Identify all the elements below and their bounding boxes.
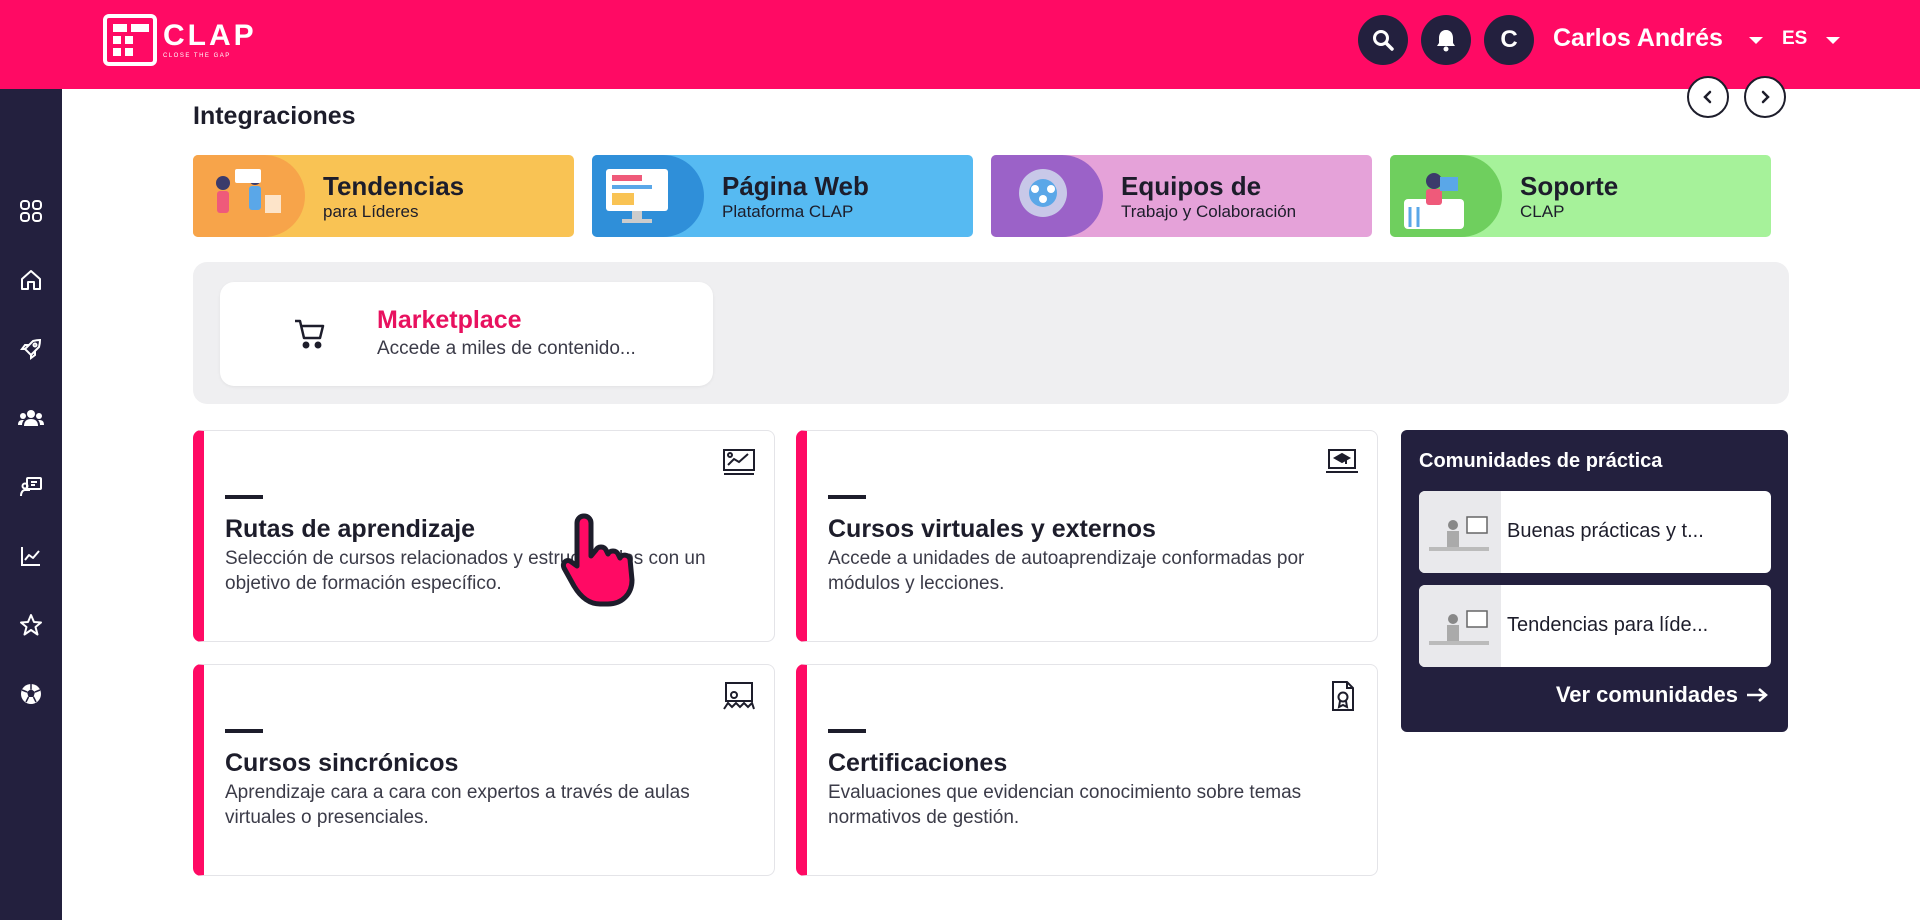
presentation-chart-icon [723,449,755,475]
avatar-initial: C [1500,26,1518,53]
community-thumbnail-icon [1419,491,1501,573]
marketplace-card[interactable]: Marketplace Accede a miles de contenido.… [220,282,713,386]
integration-title: Página Web [722,171,869,201]
marketplace-title: Marketplace [377,306,522,334]
chevron-left-icon [1703,90,1712,104]
integration-title: Equipos de [1121,171,1262,201]
web-page-illustration-icon [592,155,704,237]
integration-subtitle: para Líderes [323,202,419,221]
people-illustration-icon [193,155,305,237]
communities-panel: Comunidades de práctica Buenas prácticas… [1401,430,1788,732]
integration-tendencias[interactable]: Tendencias para Líderes [193,155,574,237]
community-label: Tendencias para líde... [1507,614,1709,636]
community-item[interactable]: Buenas prácticas y t... [1419,491,1771,573]
language-selector[interactable]: ES [1782,28,1807,50]
language-caret-icon[interactable] [1826,37,1840,44]
clap-logo-mark [103,14,157,66]
card-title: Cursos virtuales y externos [828,515,1156,543]
sidebar-item-dashboard[interactable] [16,196,46,226]
user-name[interactable]: Carlos Andrés [1553,24,1723,53]
communities-title: Comunidades de práctica [1419,450,1663,472]
card-description: Aprendizaje cara a cara con expertos a t… [225,782,690,828]
hand-pointer-cursor-icon [561,513,635,607]
card-dash [225,729,263,733]
integration-title: Tendencias [323,171,465,201]
sidebar-item-community[interactable] [16,403,46,433]
card-dash [828,729,866,733]
support-illustration-icon [1390,155,1502,237]
sidebar-item-analytics[interactable] [16,541,46,571]
chevron-right-icon [1761,90,1770,104]
sidebar-item-launch[interactable] [16,334,46,364]
see-communities-link[interactable]: Ver comunidades [1556,682,1768,708]
grid-icon [20,200,42,222]
users-icon [18,410,44,426]
marketplace-subtitle: Accede a miles de contenido... [377,338,636,359]
logo-tagline: CLOSE THE GAP [163,53,231,59]
notifications-button[interactable] [1421,15,1471,65]
integration-subtitle: Plataforma CLAP [722,202,854,221]
card-title: Rutas de aprendizaje [225,515,476,543]
card-dash [828,495,866,499]
top-bar: CLAP CLOSE THE GAP C Carlos Andrés ES [0,0,1920,89]
arrow-right-icon [1747,688,1768,702]
home-icon [21,270,41,290]
classroom-icon [723,682,755,710]
card-cursos-sincronicos[interactable]: Cursos sincrónicos Aprendizaje cara a ca… [193,664,775,876]
user-menu-caret-icon[interactable] [1749,37,1763,44]
card-description: Selección de cursos relacionados y estru… [225,548,706,594]
integration-pagina-web[interactable]: Página Web Plataforma CLAP [592,155,973,237]
rocket-icon [20,338,42,360]
integrations-title: Integraciones [193,102,356,130]
card-title: Cursos sincrónicos [225,749,459,777]
integration-subtitle: Trabajo y Colaboración [1121,202,1297,221]
integration-subtitle: CLAP [1520,202,1565,221]
certificate-icon [1332,681,1354,711]
star-icon [20,614,42,636]
card-certificaciones[interactable]: Certificaciones Evaluaciones que evidenc… [796,664,1378,876]
sidebar-item-favorites[interactable] [16,610,46,640]
card-title: Certificaciones [828,749,1008,777]
card-description: Evaluaciones que evidencian conocimiento… [828,782,1302,828]
community-thumbnail-icon [1419,585,1501,667]
laptop-graduation-icon [1326,449,1358,473]
sidebar-item-teaching[interactable] [16,472,46,502]
cart-icon [295,319,325,349]
sidebar-item-activities[interactable] [16,679,46,709]
integration-title: Soporte [1520,171,1619,201]
clap-logo[interactable]: CLAP CLOSE THE GAP [103,14,257,66]
team-gear-illustration-icon [991,155,1103,237]
card-rutas-aprendizaje[interactable]: Rutas de aprendizaje Selección de cursos… [193,430,775,642]
search-button[interactable] [1358,15,1408,65]
community-item[interactable]: Tendencias para líde... [1419,585,1771,667]
integration-soporte[interactable]: Soporte CLAP [1390,155,1771,237]
chart-icon [21,547,40,566]
carousel-next-button[interactable] [1744,76,1786,118]
card-cursos-virtuales[interactable]: Cursos virtuales y externos Accede a uni… [796,430,1378,642]
logo-wordmark: CLAP [163,19,257,52]
see-communities-label: Ver comunidades [1555,682,1738,707]
carousel-prev-button[interactable] [1687,76,1729,118]
teacher-icon [20,477,42,497]
bell-icon [1437,30,1455,52]
soccer-ball-icon [21,684,41,704]
avatar[interactable]: C [1484,15,1534,65]
sidebar-item-home[interactable] [16,265,46,295]
sidebar [0,89,62,920]
search-icon [1373,30,1394,51]
card-dash [225,495,263,499]
integration-equipos[interactable]: Equipos de Trabajo y Colaboración [991,155,1372,237]
card-description: Accede a unidades de autoaprendizaje con… [828,548,1305,594]
community-label: Buenas prácticas y t... [1507,520,1704,542]
